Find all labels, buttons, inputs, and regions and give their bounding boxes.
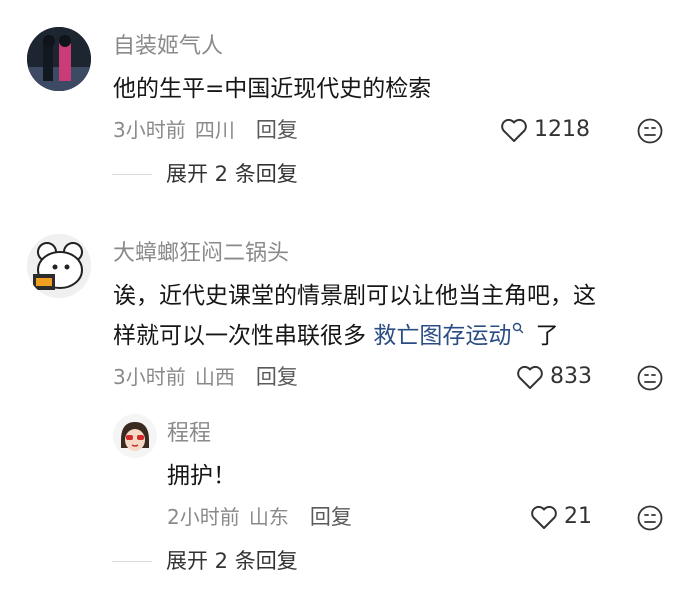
face-icon [637, 505, 663, 531]
comment-location: 山西 [194, 365, 235, 389]
like-button[interactable]: 1218 [500, 117, 590, 143]
comment-text-line: 样就可以一次性串联很多 救亡图存运动 了 [113, 316, 559, 356]
reply-button[interactable]: 回复 [256, 365, 298, 389]
comment-location: 四川 [194, 118, 235, 142]
comment-text-part: 了 [535, 323, 559, 349]
reply-button[interactable]: 回复 [310, 505, 352, 529]
heart-icon [531, 505, 557, 529]
comment-location: 山东 [248, 505, 289, 529]
face-icon [637, 118, 663, 144]
comment-text: 他的生平=中国近现代史的检索 [113, 76, 432, 102]
username[interactable]: 自装姬气人 [113, 33, 223, 61]
search-icon [513, 322, 524, 334]
divider [112, 560, 152, 562]
comment-text-line: 诶，近代史课堂的情景剧可以让他当主角吧，这 [113, 283, 596, 309]
comment-text: 拥护！ [167, 463, 236, 489]
like-count: 21 [564, 504, 592, 529]
comment-meta: 3小时前 四川 回复 [113, 117, 298, 143]
comment-meta: 3小时前 山西 回复 [113, 364, 298, 390]
avatar[interactable] [27, 27, 91, 91]
avatar[interactable] [27, 234, 91, 298]
comment-meta: 2小时前 山东 回复 [167, 504, 352, 530]
expand-replies-label: 展开 2 条回复 [166, 549, 298, 573]
username[interactable]: 程程 [167, 420, 211, 448]
like-count: 833 [550, 364, 592, 389]
face-icon [637, 365, 663, 391]
dislike-button[interactable] [637, 365, 663, 391]
expand-replies-button[interactable]: 展开 2 条回复 [112, 548, 298, 574]
username[interactable]: 大蟑螂狂闷二锅头 [113, 240, 289, 268]
comment-time: 2小时前 [167, 505, 240, 529]
search-link-label: 救亡图存运动 [373, 323, 512, 349]
expand-replies-button[interactable]: 展开 2 条回复 [112, 161, 298, 187]
like-button[interactable]: 833 [516, 364, 592, 390]
heart-icon [501, 118, 527, 142]
comment-time: 3小时前 [113, 365, 186, 389]
search-link[interactable]: 救亡图存运动 [373, 322, 524, 349]
avatar[interactable] [113, 414, 157, 458]
dislike-button[interactable] [637, 118, 663, 144]
like-count: 1218 [534, 117, 590, 142]
dislike-button[interactable] [637, 505, 663, 531]
comment-text-part: 样就可以一次性串联很多 [113, 323, 366, 349]
like-button[interactable]: 21 [530, 504, 592, 530]
divider [112, 173, 152, 175]
heart-icon [517, 365, 543, 389]
comment-time: 3小时前 [113, 118, 186, 142]
reply-button[interactable]: 回复 [256, 118, 298, 142]
expand-replies-label: 展开 2 条回复 [166, 162, 298, 186]
